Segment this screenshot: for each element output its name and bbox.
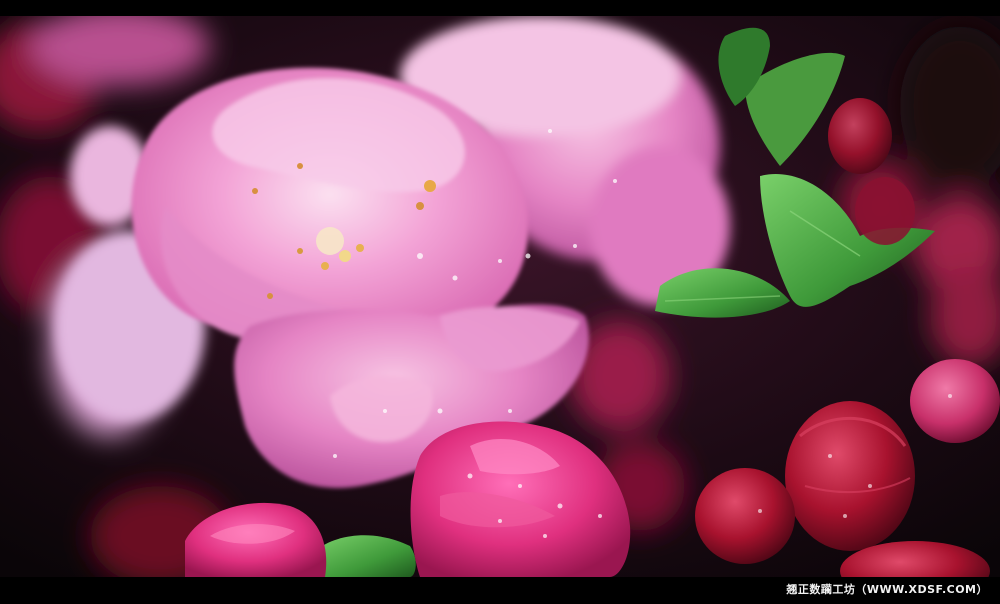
flower-photo [0,16,1000,577]
photo-frame: 翘正数躏工坊（WWW.XDSF.COM） [0,0,1000,604]
flower-illustration [0,16,1000,577]
watermark-text: 翘正数躏工坊（WWW.XDSF.COM） [786,583,988,596]
